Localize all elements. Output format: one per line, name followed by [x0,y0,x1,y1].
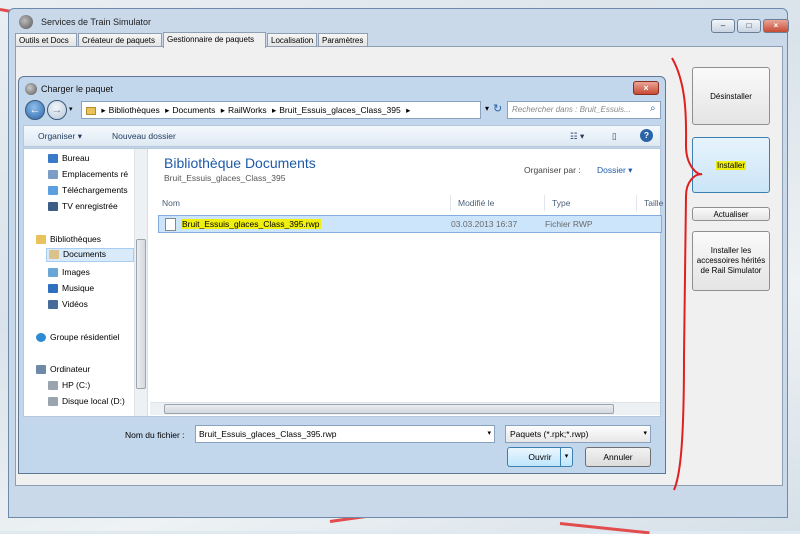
tab-createur-paquets[interactable]: Créateur de paquets [78,33,162,47]
breadcrumb-item[interactable]: Bruit_Essuis_glaces_Class_395 [279,105,400,115]
computer-icon [36,365,46,375]
view-icon[interactable]: ☷ ▾ [570,131,584,142]
nav-item-hp-c[interactable]: HP (C:) [48,380,90,391]
horizontal-scrollbar-thumb[interactable] [164,404,614,414]
nav-item-musique[interactable]: Musique [48,283,94,294]
annuler-button[interactable]: Annuler [585,447,651,467]
charger-paquet-dialog: Charger le paquet × ← → ▾ ▸ Bibliothèques… [18,76,666,474]
close-icon[interactable]: × [633,81,659,95]
images-icon [48,268,58,278]
maximize-icon[interactable]: □ [737,19,761,33]
file-type-filter[interactable]: Paquets (*.rpk;*.rwp) ▾ [505,425,651,443]
column-modifie[interactable]: Modifié le [458,198,494,208]
title-bar: Services de Train Simulator – □ × [17,13,789,33]
tab-gestionnaire-paquets[interactable]: Gestionnaire de paquets [163,32,266,48]
back-icon[interactable]: ← [25,100,45,120]
tab-outils-docs[interactable]: Outils et Docs [15,33,77,47]
nav-item-ordinateur[interactable]: Ordinateur [36,364,90,375]
breadcrumb-item[interactable]: Bibliothèques [109,105,160,115]
folder-icon [86,106,96,115]
documents-icon [49,250,59,260]
nav-item-emplacements[interactable]: Emplacements ré [48,169,128,180]
organiser-menu[interactable]: Organiser ▾ [38,131,82,142]
nav-scrollbar-thumb[interactable] [136,239,146,389]
tv-icon [48,202,58,212]
red-annotation [671,57,703,491]
help-icon[interactable]: ? [640,129,653,142]
nav-item-videos[interactable]: Vidéos [48,299,88,310]
horizontal-scrollbar[interactable] [150,402,660,415]
search-input[interactable]: Rechercher dans : Bruit_Essuis... [507,101,661,119]
desktop-icon [48,154,58,164]
library-subtitle: Bruit_Essuis_glaces_Class_395 [164,173,286,183]
column-nom[interactable]: Nom [162,198,180,208]
installer-label: Installer [715,160,746,170]
videos-icon [48,300,58,310]
file-icon [165,218,176,231]
nav-item-disque-d[interactable]: Disque local (D:) [48,396,125,407]
nav-item-tv-enregistree[interactable]: TV enregistrée [48,201,118,212]
content-area: Bureau Emplacements ré Téléchargements T… [23,148,663,417]
tab-parametres[interactable]: Paramètres [318,33,368,47]
search-icon[interactable]: ⌕ [650,103,656,114]
filename-label: Nom du fichier : [125,430,185,440]
column-type[interactable]: Type [552,198,570,208]
places-icon [48,170,58,180]
breadcrumb-item[interactable]: RailWorks [228,105,267,115]
homegroup-icon [36,333,46,343]
file-pane: Bibliothèque Documents Bruit_Essuis_glac… [150,149,663,416]
library-title: Bibliothèque Documents [164,155,316,171]
dialog-toolbar: Organiser ▾ Nouveau dossier ☷ ▾ ▯ ? [23,125,661,147]
column-taille[interactable]: Taille [644,198,663,208]
library-icon [36,235,46,245]
file-modified: 03.03.2013 16:37 [451,219,518,229]
address-dropdown-icon[interactable]: ▾ [485,104,489,113]
tab-localisation[interactable]: Localisation [267,33,317,47]
drive-icon [48,397,58,407]
app-icon [19,15,33,29]
nav-item-bureau[interactable]: Bureau [48,153,89,164]
file-row[interactable]: Bruit_Essuis_glaces_Class_395.rwp 03.03.… [158,215,662,233]
nouveau-dossier-button[interactable]: Nouveau dossier [112,131,176,141]
dialog-title: Charger le paquet [41,84,114,94]
chevron-down-icon: ▾ [643,430,647,437]
ouvrir-button[interactable]: Ouvrir ▾ [507,447,573,467]
chevron-down-icon: ▾ [487,430,491,437]
window-title: Services de Train Simulator [41,17,152,27]
map-road [559,522,650,534]
navigation-pane: Bureau Emplacements ré Téléchargements T… [24,149,148,416]
nav-scrollbar[interactable] [134,149,147,416]
column-separator [636,195,637,211]
nav-item-groupe-residentiel[interactable]: Groupe résidentiel [36,332,119,343]
address-bar[interactable]: ▸ Bibliothèques ▸ Documents ▸ RailWorks ▸ Br… [81,101,481,119]
nav-item-documents[interactable]: Documents [46,248,134,262]
arrange-by-label: Organiser par : [524,165,581,175]
column-separator [544,195,545,211]
preview-pane-icon[interactable]: ▯ [612,131,617,142]
arrange-by-dropdown[interactable]: Dossier ▾ [597,165,632,176]
dialog-icon [25,83,37,95]
downloads-icon [48,186,58,196]
refresh-icon[interactable]: ↻ [493,102,502,115]
nav-item-images[interactable]: Images [48,267,90,278]
music-icon [48,284,58,294]
breadcrumb-item[interactable]: Documents [172,105,215,115]
nav-item-bibliotheques[interactable]: Bibliothèques [36,234,101,245]
close-icon[interactable]: × [763,19,789,33]
column-separator [450,195,451,211]
drive-icon [48,381,58,391]
history-dropdown-icon[interactable]: ▾ [69,105,73,113]
nav-item-telechargements[interactable]: Téléchargements [48,185,128,196]
file-type: Fichier RWP [545,219,593,229]
forward-icon[interactable]: → [47,100,67,120]
chevron-down-icon[interactable]: ▾ [560,448,572,466]
filename-input[interactable]: Bruit_Essuis_glaces_Class_395.rwp ▾ [195,425,495,443]
file-name: Bruit_Essuis_glaces_Class_395.rwp [181,219,321,229]
minimize-icon[interactable]: – [711,19,735,33]
navigation-bar: ← → ▾ ▸ Bibliothèques ▸ Documents ▸ RailWor… [23,99,661,121]
